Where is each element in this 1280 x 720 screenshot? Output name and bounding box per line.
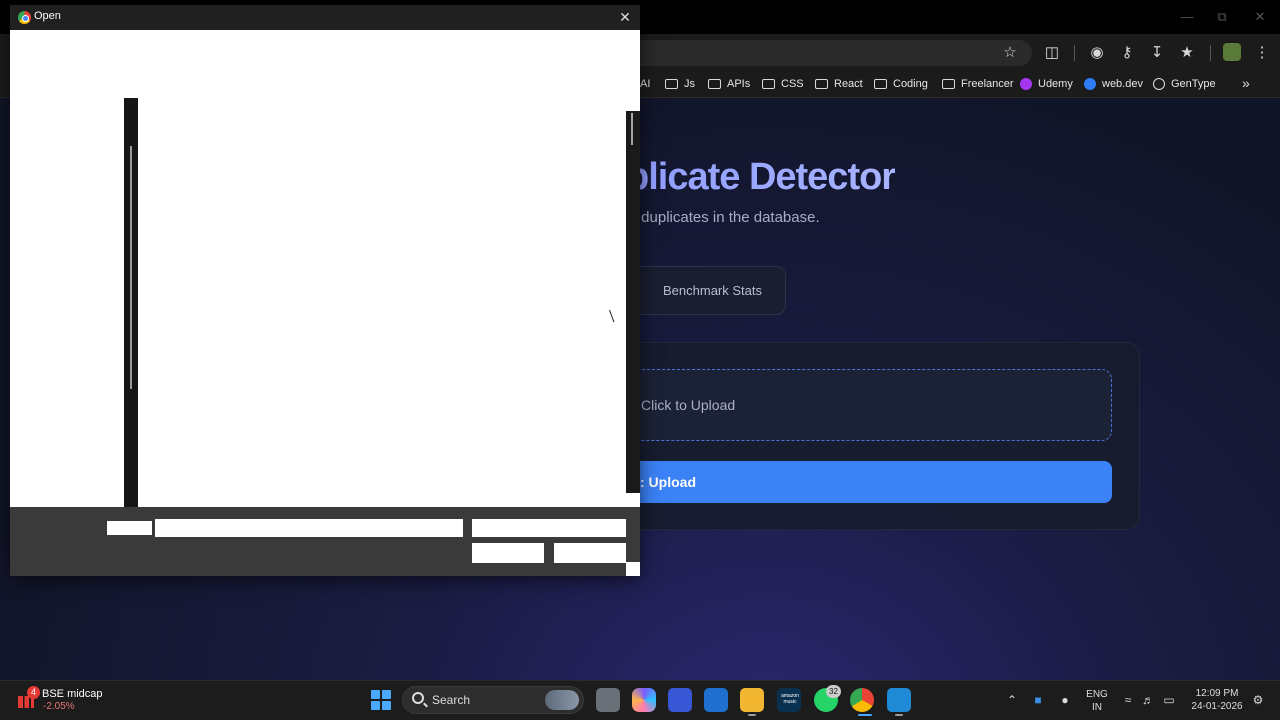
desktop-screen: — ⧉ ✕ ☆ ◫ ◉ ⚷ ↧ ★ ⋮ AI Js APIs CSS React… (0, 0, 1280, 720)
volume-icon[interactable]: ♬ (1140, 692, 1156, 708)
upload-button[interactable]: : Upload (622, 461, 1112, 503)
wifi-icon[interactable]: ≈ (1120, 692, 1136, 708)
task-view-icon[interactable] (596, 688, 620, 712)
more-bookmarks-icon[interactable]: » (1242, 75, 1250, 91)
bookmark-folder-freelancer[interactable]: Freelancer (942, 76, 1014, 92)
chevron-up-icon[interactable]: ⌃ (1004, 692, 1020, 708)
file-explorer-icon[interactable] (740, 688, 764, 712)
udemy-icon (1020, 78, 1032, 90)
dialog-titlebar: Open ✕ (10, 5, 640, 30)
copilot-icon[interactable] (632, 688, 656, 712)
running-indicator (748, 714, 756, 716)
bookmark-label: Freelancer (961, 78, 1014, 90)
profile-avatar[interactable] (1223, 43, 1241, 61)
search-label: Search (432, 693, 471, 707)
bookmark-label: AI (640, 78, 651, 90)
folder-icon (665, 79, 678, 89)
bookmark-folder-js[interactable]: Js (665, 76, 695, 92)
bookmark-folder-react[interactable]: React (815, 76, 863, 92)
incognito-icon[interactable]: ◉ (1087, 43, 1107, 63)
open-file-dialog: Open ✕ (10, 5, 640, 576)
search-highlight-image (545, 690, 579, 710)
running-indicator (895, 714, 903, 716)
region-code: IN (1092, 702, 1102, 713)
bookmark-label: GenType (1171, 78, 1216, 90)
clock-date: 24-01-2026 (1191, 701, 1243, 712)
window-close-icon[interactable]: ✕ (1250, 8, 1270, 26)
widget-badge: 4 (27, 686, 40, 699)
microphone-icon[interactable]: ● (1057, 692, 1073, 708)
benchmark-stats-button[interactable]: Benchmark Stats (620, 266, 786, 315)
store-icon[interactable] (704, 688, 728, 712)
bookmark-folder-css[interactable]: CSS (762, 76, 804, 92)
file-name-label (107, 521, 152, 535)
dialog-title: Open (34, 10, 61, 22)
toolbar-divider (1074, 45, 1075, 61)
open-button[interactable] (472, 543, 544, 563)
windows-start-icon[interactable] (371, 690, 391, 710)
close-icon[interactable]: ✕ (616, 8, 634, 26)
bookmark-label: Js (684, 78, 695, 90)
clock-time: 12:09 PM (1195, 688, 1239, 699)
active-indicator (858, 714, 872, 716)
folder-icon (942, 79, 955, 89)
bookmark-folder-apis[interactable]: APIs (708, 76, 750, 92)
bookmark-label: Coding (893, 78, 928, 90)
teams-icon[interactable] (668, 688, 692, 712)
menu-icon[interactable]: ⋮ (1252, 43, 1272, 63)
file-list-scroll-thumb[interactable] (631, 113, 633, 145)
navigation-scroll-thumb[interactable] (130, 146, 132, 389)
file-list-pane[interactable] (10, 30, 640, 507)
restore-icon[interactable]: ⧉ (1212, 8, 1232, 26)
globe-icon (1153, 78, 1165, 90)
bookmark-label: Udemy (1038, 78, 1073, 90)
notification-icon[interactable]: ⚙ (1250, 692, 1266, 708)
bookmark-ai[interactable]: AI (640, 76, 650, 92)
language-indicator[interactable]: ENG IN (1085, 688, 1109, 714)
bookmark-webdev[interactable]: web.dev (1084, 76, 1143, 92)
defender-icon[interactable]: ■ (1030, 692, 1046, 708)
page-title: plicate Detector (626, 156, 896, 198)
whatsapp-badge: 32 (826, 685, 841, 698)
bookmark-label: APIs (727, 78, 751, 90)
system-clock[interactable]: 12:09 PM 24-01-2026 (1188, 687, 1246, 713)
chrome-icon (18, 11, 31, 24)
folder-icon (815, 79, 828, 89)
bookmark-label: web.dev (1102, 78, 1143, 90)
widget-change: -2.05% (43, 701, 75, 712)
widget-title[interactable]: BSE midcap (42, 688, 103, 700)
file-name-input[interactable] (155, 519, 463, 537)
file-type-select[interactable] (472, 519, 626, 537)
toolbar-divider (1210, 45, 1211, 61)
bookmark-gentype[interactable]: GenType (1153, 76, 1216, 92)
folder-icon (874, 79, 887, 89)
download-icon[interactable]: ↧ (1147, 43, 1167, 63)
key-icon[interactable]: ⚷ (1117, 43, 1137, 63)
bookmark-udemy[interactable]: Udemy (1020, 76, 1073, 92)
webdev-icon (1084, 78, 1096, 90)
resize-grip[interactable] (626, 562, 640, 576)
language-code: ENG (1086, 689, 1108, 700)
folder-icon (762, 79, 775, 89)
address-bar[interactable] (600, 40, 1032, 66)
search-icon (412, 692, 424, 704)
upload-dropzone[interactable]: Click to Upload (622, 369, 1112, 441)
cancel-button[interactable] (554, 543, 626, 563)
battery-icon[interactable]: ▭ (1161, 692, 1177, 708)
file-list-scrollbar[interactable] (626, 111, 640, 493)
mouse-cursor-icon (610, 311, 622, 323)
bookmark-label: React (834, 78, 863, 90)
amazon-music-label: amazon music (781, 693, 799, 705)
page-subtitle: r duplicates in the database. (632, 209, 820, 226)
bookmark-label: CSS (781, 78, 804, 90)
bookmark-folder-coding[interactable]: Coding (874, 76, 928, 92)
star-icon[interactable]: ☆ (1000, 43, 1020, 63)
minimize-icon[interactable]: — (1177, 8, 1197, 26)
folder-icon (708, 79, 721, 89)
chrome-taskbar-icon[interactable] (850, 688, 874, 712)
extensions-icon[interactable]: ◫ (1042, 43, 1062, 63)
bookmark-star-icon[interactable]: ★ (1177, 43, 1197, 63)
dialog-footer (10, 507, 640, 576)
vscode-icon[interactable] (887, 688, 911, 712)
